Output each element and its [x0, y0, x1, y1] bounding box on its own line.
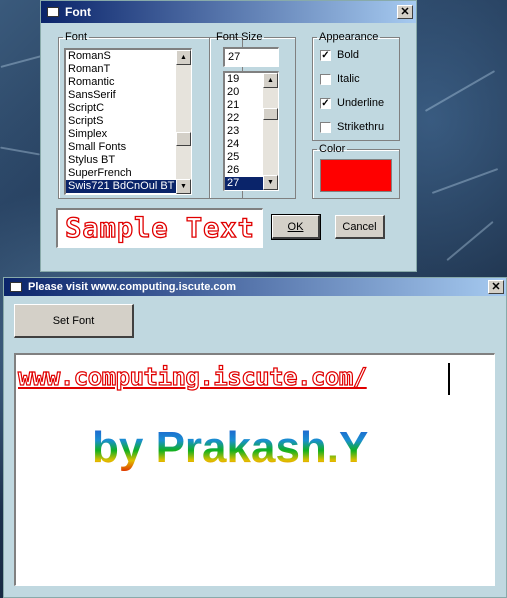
color-swatch[interactable] — [320, 159, 392, 192]
arrow-up-icon: ▲ — [267, 77, 274, 84]
cancel-button-label: Cancel — [342, 221, 377, 233]
light-streak — [0, 54, 46, 68]
underline-checkbox[interactable]: ✓ Underline — [320, 97, 384, 109]
cancel-button[interactable]: Cancel — [335, 215, 385, 239]
font-size-listbox[interactable]: 19 20 21 22 23 24 25 26 27 ▲ ▼ — [223, 71, 279, 191]
font-dialog: Font ✕ Font RomanS RomanT Romantic SansSeri… — [40, 0, 417, 272]
sample-text-preview: Sample Text — [56, 208, 263, 248]
close-button[interactable]: ✕ — [488, 280, 504, 294]
ok-button[interactable]: OK — [271, 214, 321, 240]
light-streak — [446, 220, 494, 262]
appearance-group-label: Appearance — [319, 31, 379, 43]
arrow-up-icon: ▲ — [180, 54, 187, 61]
scroll-thumb[interactable] — [263, 108, 278, 120]
scroll-down-button[interactable]: ▼ — [263, 175, 278, 190]
scroll-up-button[interactable]: ▲ — [176, 50, 191, 65]
scroll-up-button[interactable]: ▲ — [263, 73, 278, 88]
scroll-thumb[interactable] — [176, 132, 191, 146]
light-streak — [0, 146, 40, 156]
font-dialog-titlebar[interactable]: Font — [41, 1, 416, 23]
font-list-item[interactable]: ScriptS — [66, 115, 191, 128]
close-icon: ✕ — [491, 281, 501, 293]
font-list-item[interactable]: SansSerif — [66, 89, 191, 102]
font-list-item[interactable]: ScriptC — [66, 102, 191, 115]
bold-label: Bold — [337, 49, 360, 61]
font-list-item[interactable]: SuperFrench — [66, 167, 191, 180]
main-window: Please visit www.computing.iscute.com ✕ … — [3, 277, 507, 598]
font-list: RomanS RomanT Romantic SansSerif ScriptC Scri… — [66, 50, 191, 193]
light-streak — [424, 70, 496, 112]
checkbox-box — [320, 121, 331, 133]
bold-checkbox[interactable]: ✓ Bold — [320, 49, 359, 61]
set-font-button[interactable]: Set Font — [14, 304, 134, 338]
checkbox-box: ✓ — [320, 97, 331, 109]
scroll-down-button[interactable]: ▼ — [176, 179, 191, 194]
close-button[interactable]: ✕ — [397, 5, 413, 19]
set-font-label: Set Font — [52, 315, 95, 327]
strikethru-checkbox[interactable]: Strikethru — [320, 121, 384, 133]
font-list-item[interactable]: Swis721 BdCnOul BT — [66, 180, 191, 193]
font-list-item[interactable]: Romantic — [66, 76, 191, 89]
close-icon: ✕ — [400, 6, 410, 18]
font-list-item[interactable]: Stylus BT — [66, 154, 191, 167]
window-icon — [10, 282, 22, 292]
text-caret — [448, 363, 450, 395]
size-list-scrollbar[interactable]: ▲ ▼ — [263, 73, 278, 190]
arrow-down-icon: ▼ — [180, 183, 187, 190]
arrow-down-icon: ▼ — [267, 179, 274, 186]
main-window-title: Please visit www.computing.iscute.com — [28, 281, 237, 293]
font-list-item[interactable]: RomanT — [66, 63, 191, 76]
font-dialog-title: Font — [65, 5, 91, 19]
underline-label: Underline — [337, 97, 385, 109]
checkbox-box — [320, 73, 331, 85]
font-list-item[interactable]: RomanS — [66, 50, 191, 63]
font-listbox[interactable]: RomanS RomanT Romantic SansSerif ScriptC Scri… — [64, 48, 192, 195]
main-window-titlebar[interactable]: Please visit www.computing.iscute.com — [4, 278, 506, 296]
light-streak — [431, 168, 499, 194]
font-list-item[interactable]: Small Fonts — [66, 141, 191, 154]
italic-checkbox[interactable]: Italic — [320, 73, 360, 85]
font-group-label: Font — [65, 31, 88, 43]
ok-button-label: OK — [287, 221, 304, 233]
font-size-input[interactable]: 27 — [223, 47, 279, 67]
sample-text: Sample Text — [64, 212, 255, 244]
checkbox-box: ✓ — [320, 49, 331, 61]
font-list-item[interactable]: Simplex — [66, 128, 191, 141]
byline-text: by Prakash.Y — [92, 423, 369, 472]
font-size-group-label: Font Size — [216, 31, 263, 43]
url-text: www.computing.iscute.com/ — [17, 362, 367, 391]
color-group-label: Color — [319, 143, 346, 155]
strikethru-label: Strikethru — [337, 121, 385, 133]
italic-label: Italic — [337, 73, 360, 85]
window-icon — [47, 7, 59, 17]
font-list-scrollbar[interactable]: ▲ ▼ — [176, 50, 191, 194]
text-display-area[interactable]: www.computing.iscute.com/ by Prakash.Y — [14, 353, 495, 586]
